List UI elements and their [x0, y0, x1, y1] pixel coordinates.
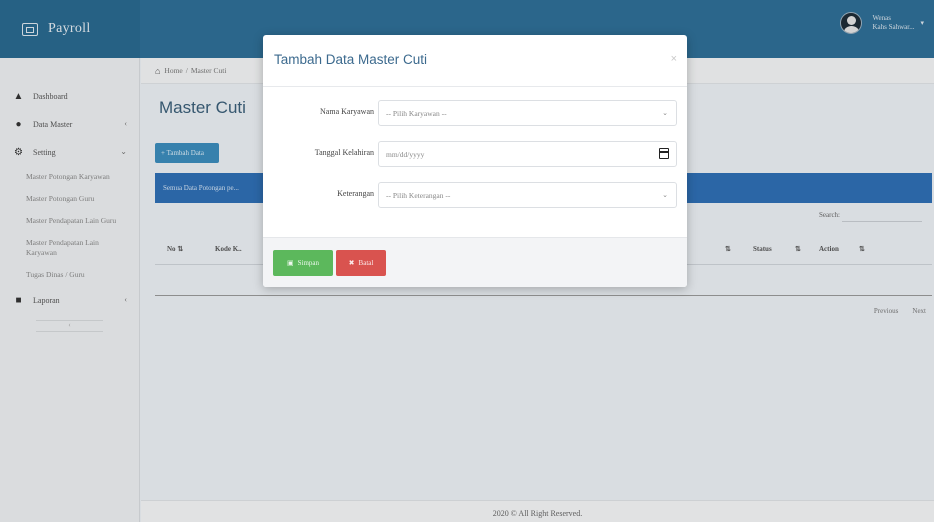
tanggal-date-input[interactable]: mm/dd/yyyy: [378, 141, 677, 167]
chevron-down-icon: ⌄: [662, 109, 668, 117]
chevron-down-icon: ⌄: [662, 191, 668, 199]
modal-header: Tambah Data Master Cuti ×: [263, 35, 687, 87]
modal-title: Tambah Data Master Cuti: [274, 52, 428, 67]
select-value: -- Pilih Karyawan --: [386, 109, 447, 118]
form-row-keterangan: Keterangan -- Pilih Keterangan -- ⌄: [263, 182, 687, 208]
keterangan-select[interactable]: -- Pilih Keterangan -- ⌄: [378, 182, 677, 208]
date-placeholder: mm/dd/yyyy: [386, 150, 425, 159]
close-icon[interactable]: ×: [671, 53, 677, 65]
nama-karyawan-select[interactable]: -- Pilih Karyawan -- ⌄: [378, 100, 677, 126]
modal-footer: ▣ Simpan ✖ Batal: [263, 237, 687, 287]
form-row-nama-karyawan: Nama Karyawan -- Pilih Karyawan -- ⌄: [263, 100, 687, 126]
cancel-button[interactable]: ✖ Batal: [336, 250, 386, 276]
form-row-tanggal: Tanggal Kelahiran mm/dd/yyyy: [263, 141, 687, 167]
cancel-button-label: Batal: [358, 259, 374, 267]
select-value: -- Pilih Keterangan --: [386, 191, 451, 200]
field-label: Keterangan: [337, 189, 374, 198]
field-label: Tanggal Kelahiran: [314, 148, 374, 157]
field-label: Nama Karyawan: [320, 107, 374, 116]
add-master-cuti-modal: Tambah Data Master Cuti × Nama Karyawan …: [263, 35, 687, 287]
save-icon: ▣: [286, 259, 294, 267]
close-icon: ✖: [348, 259, 355, 267]
calendar-icon[interactable]: [659, 148, 669, 159]
save-button-label: Simpan: [297, 259, 319, 267]
save-button[interactable]: ▣ Simpan: [273, 250, 333, 276]
